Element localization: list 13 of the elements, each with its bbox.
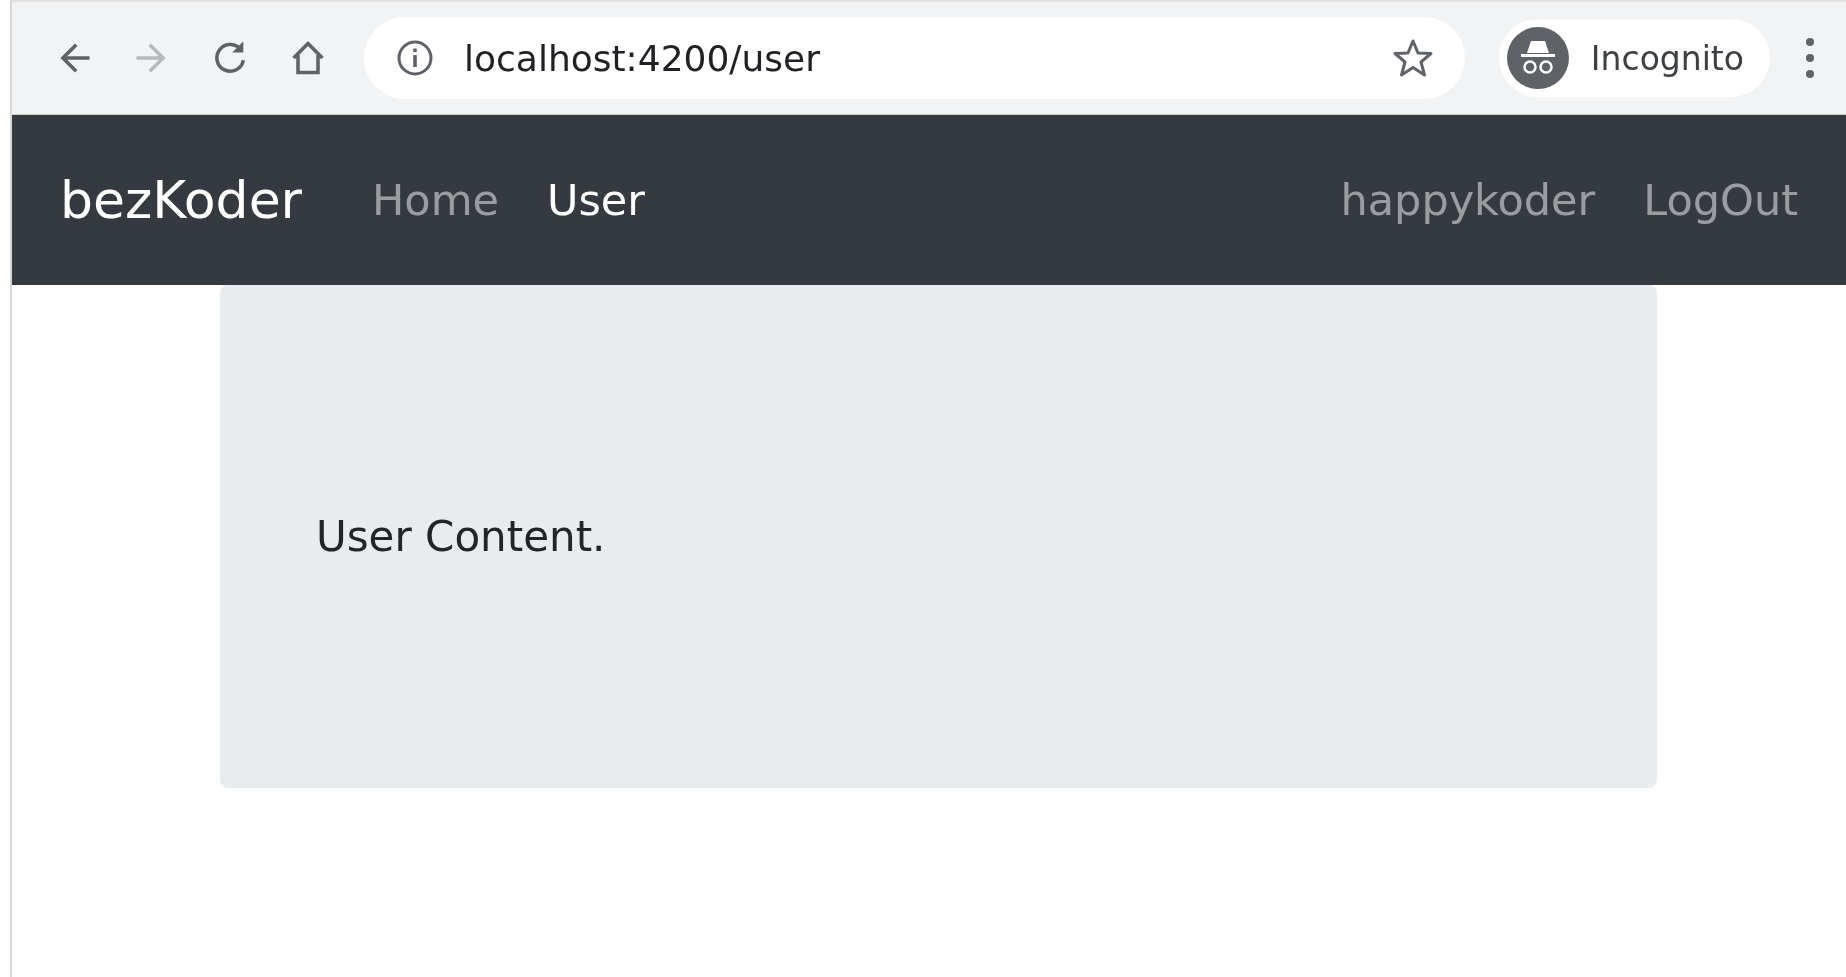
brand-link[interactable]: bezKoder [60, 170, 302, 230]
nav-link[interactable]: LogOut [1643, 175, 1798, 225]
nav-link[interactable]: User [547, 175, 645, 225]
address-bar[interactable]: localhost:4200/user [364, 17, 1465, 99]
nav-link[interactable]: happykoder [1340, 175, 1596, 225]
incognito-profile-button[interactable]: Incognito [1498, 19, 1770, 97]
incognito-icon [1506, 27, 1569, 89]
content-text: User Content. [316, 512, 606, 561]
nav-link[interactable]: Home [372, 175, 499, 225]
star-icon[interactable] [1392, 38, 1433, 78]
info-icon[interactable] [396, 39, 434, 77]
menu-icon[interactable] [1804, 36, 1816, 80]
url-text: localhost:4200/user [464, 37, 821, 79]
